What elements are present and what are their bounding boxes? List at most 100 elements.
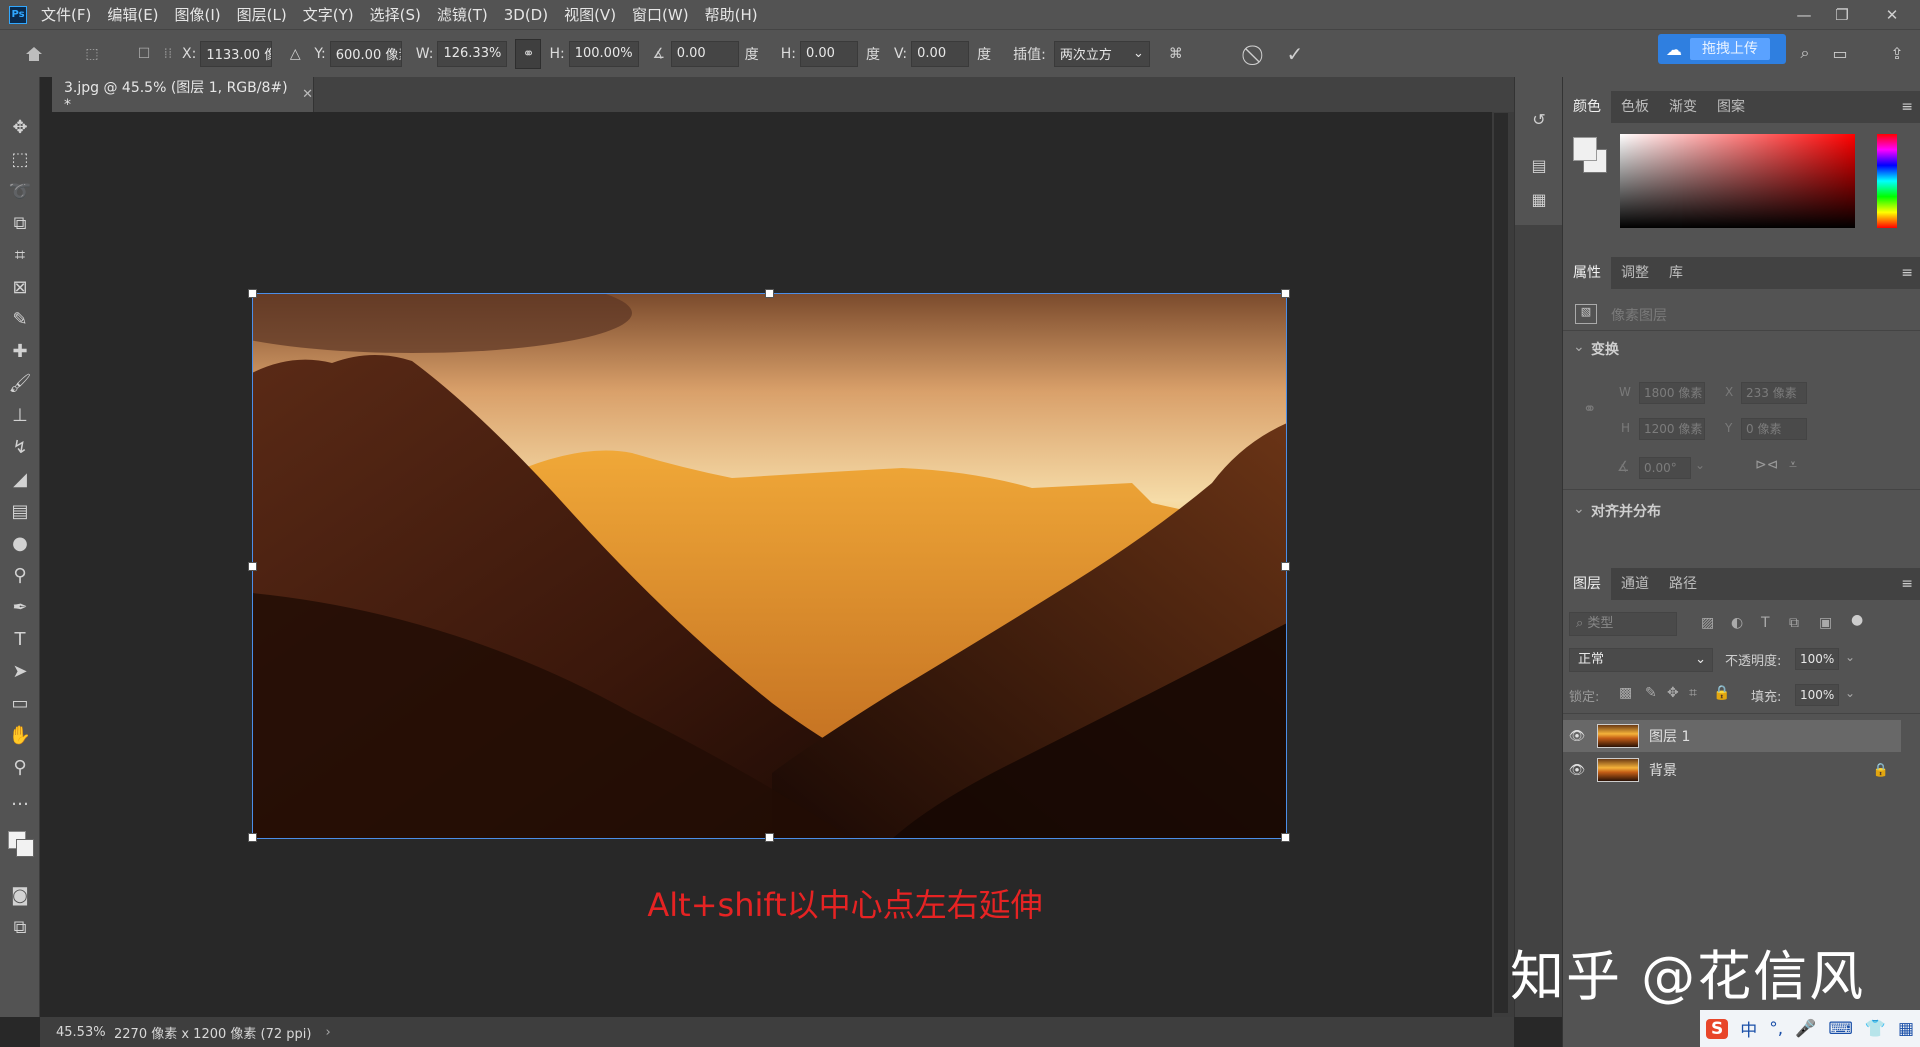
handle-middle-left[interactable] <box>248 562 257 571</box>
hskew-field[interactable]: 0.00 <box>799 40 858 67</box>
hue-slider[interactable] <box>1877 134 1897 228</box>
handle-middle-right[interactable] <box>1281 562 1290 571</box>
skin-icon[interactable]: 👕 <box>1865 1019 1886 1039</box>
punctuation-icon[interactable]: °, <box>1769 1019 1783 1039</box>
lock-transparent-icon[interactable]: ▩ <box>1619 685 1632 701</box>
reference-point-checkbox[interactable]: ☐ <box>134 46 154 62</box>
filter-pixel-icon[interactable]: ▨ <box>1701 615 1714 631</box>
quick-mask-icon[interactable]: ◙ <box>8 883 32 907</box>
close-tab-icon[interactable]: ✕ <box>302 87 313 102</box>
filter-toggle-icon[interactable]: ● <box>1851 612 1863 628</box>
handle-top-center[interactable] <box>765 289 774 298</box>
visibility-eye-icon[interactable]: 👁 <box>1563 729 1591 744</box>
x-position-field[interactable]: 233 像素 <box>1741 382 1807 404</box>
lock-artboard-icon[interactable]: ⌗ <box>1689 685 1697 701</box>
rectangle-tool-icon[interactable]: ▭ <box>8 691 32 715</box>
opacity-field[interactable]: 100% <box>1795 648 1839 670</box>
tab-patterns[interactable]: 图案 <box>1707 91 1755 123</box>
align-section-title[interactable]: 对齐并分布 <box>1591 501 1661 521</box>
handle-top-right[interactable] <box>1281 289 1290 298</box>
menu-3d[interactable]: 3D(D) <box>504 6 548 24</box>
type-tool-icon[interactable]: T <box>8 627 32 651</box>
upload-button[interactable]: ☁ 拖拽上传 <box>1658 34 1786 64</box>
tab-color[interactable]: 颜色 <box>1563 91 1611 123</box>
workspace-icon[interactable]: ▭ <box>1828 42 1852 64</box>
marquee-tool-icon[interactable]: ⬚ <box>8 147 32 171</box>
cancel-transform-icon[interactable]: ⃠ <box>1242 42 1272 66</box>
chevron-down-icon[interactable]: ⌄ <box>1695 458 1705 472</box>
more-tools-icon[interactable]: … <box>8 787 32 811</box>
menu-edit[interactable]: 编辑(E) <box>107 4 158 25</box>
flip-vertical-icon[interactable]: ⩡ <box>1789 457 1797 473</box>
filter-adjustment-icon[interactable]: ◐ <box>1731 615 1743 631</box>
visibility-eye-icon[interactable]: 👁 <box>1563 763 1591 778</box>
scrollbar-thumb[interactable] <box>1494 113 1508 1013</box>
chevron-down-icon[interactable]: ⌄ <box>1845 686 1855 700</box>
chevron-right-icon[interactable]: › <box>325 1025 330 1040</box>
share-icon[interactable]: ⇪ <box>1886 42 1908 64</box>
restore-icon[interactable]: ❐ <box>1822 0 1862 29</box>
tab-gradients[interactable]: 渐变 <box>1659 91 1707 123</box>
h-field[interactable]: 100.00% <box>568 40 639 67</box>
dodge-tool-icon[interactable]: ⚲ <box>8 563 32 587</box>
eraser-tool-icon[interactable]: ◢ <box>8 467 32 491</box>
rotation-field[interactable]: 0.00° <box>1639 457 1691 479</box>
menu-view[interactable]: 视图(V) <box>564 4 616 25</box>
width-field[interactable]: 1800 像素 <box>1639 382 1705 404</box>
menu-filter[interactable]: 滤镜(T) <box>437 4 488 25</box>
blur-tool-icon[interactable]: ● <box>8 531 32 555</box>
chevron-down-icon[interactable]: ⌄ <box>1573 339 1585 355</box>
eyedropper-tool-icon[interactable]: ✎ <box>8 307 32 331</box>
lock-image-icon[interactable]: ✎ <box>1645 685 1657 701</box>
tab-adjustments[interactable]: 调整 <box>1611 257 1659 289</box>
handle-bottom-center[interactable] <box>765 833 774 842</box>
gradient-tool-icon[interactable]: ▤ <box>8 499 32 523</box>
background-color-swatch[interactable] <box>16 839 34 857</box>
panel-menu-icon[interactable]: ≡ <box>1901 576 1913 592</box>
document-tab[interactable]: 3.jpg @ 45.5% (图层 1, RGB/8#) * ✕ <box>52 77 314 113</box>
ime-language-toggle[interactable]: 中 <box>1740 1016 1757 1041</box>
transform-section-title[interactable]: 变换 <box>1591 339 1619 359</box>
keyboard-icon[interactable]: ⌨ <box>1828 1019 1853 1039</box>
healing-brush-tool-icon[interactable]: ✚ <box>8 339 32 363</box>
layer-row-layer-1[interactable]: 👁 图层 1 <box>1563 720 1901 752</box>
handle-bottom-left[interactable] <box>248 833 257 842</box>
tab-channels[interactable]: 通道 <box>1611 568 1659 600</box>
stamp-tool-icon[interactable]: ⊥ <box>8 403 32 427</box>
interpolation-select[interactable]: 两次立方 ⌄ <box>1053 40 1150 67</box>
pen-tool-icon[interactable]: ✒ <box>8 595 32 619</box>
tab-libraries[interactable]: 库 <box>1659 257 1693 289</box>
minimize-icon[interactable]: — <box>1784 0 1824 29</box>
object-select-tool-icon[interactable]: ⧉ <box>8 211 32 235</box>
notes-icon[interactable]: ▦ <box>1527 187 1551 211</box>
brush-tool-icon[interactable]: 🖌 <box>8 371 32 395</box>
w-field[interactable]: 126.33% <box>437 40 508 67</box>
vskew-field[interactable]: 0.00 <box>911 40 970 67</box>
close-window-icon[interactable]: ✕ <box>1872 0 1912 29</box>
frame-tool-icon[interactable]: ⊠ <box>8 275 32 299</box>
menu-type[interactable]: 文字(Y) <box>303 4 354 25</box>
lasso-tool-icon[interactable]: ➰ <box>8 179 32 203</box>
panel-menu-icon[interactable]: ≡ <box>1901 265 1913 281</box>
home-icon[interactable] <box>16 45 52 63</box>
menu-select[interactable]: 选择(S) <box>370 4 421 25</box>
filter-type-icon[interactable]: T <box>1761 615 1770 631</box>
tab-swatches[interactable]: 色板 <box>1611 91 1659 123</box>
toolbox-icon[interactable]: ▦ <box>1898 1019 1914 1039</box>
x-field[interactable]: 1133.00 像 <box>200 40 273 67</box>
properties-icon[interactable]: ▤ <box>1527 153 1551 177</box>
handle-top-left[interactable] <box>248 289 257 298</box>
link-icon[interactable]: ⚭ <box>1583 399 1596 418</box>
tab-layers[interactable]: 图层 <box>1563 568 1611 600</box>
foreground-color-chip[interactable] <box>1573 137 1597 161</box>
flip-horizontal-icon[interactable]: ⊳⊲ <box>1755 457 1778 473</box>
tab-paths[interactable]: 路径 <box>1659 568 1707 600</box>
menu-file[interactable]: 文件(F) <box>41 4 91 25</box>
layer-filter-select[interactable]: ⌕ 类型 <box>1569 612 1677 636</box>
delta-icon[interactable]: △ <box>284 46 306 62</box>
microphone-icon[interactable]: 🎤 <box>1795 1019 1816 1039</box>
handle-bottom-right[interactable] <box>1281 833 1290 842</box>
lock-position-icon[interactable]: ✥ <box>1667 685 1679 701</box>
height-field[interactable]: 1200 像素 <box>1639 418 1705 440</box>
menu-window[interactable]: 窗口(W) <box>632 4 689 25</box>
